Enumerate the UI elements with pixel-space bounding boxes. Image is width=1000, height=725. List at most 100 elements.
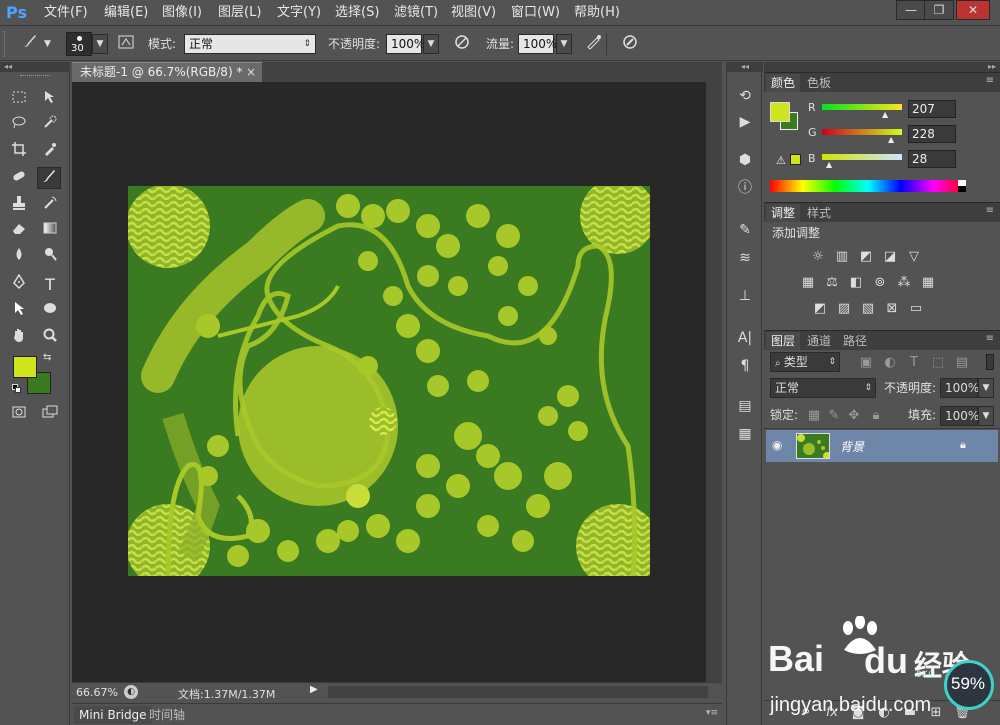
history-panel-icon[interactable]: ⟲	[733, 86, 757, 106]
speed-meter-widget[interactable]: 59%	[944, 660, 994, 710]
3d-panel-icon[interactable]: ⬢	[733, 150, 757, 170]
eraser-tool-icon[interactable]	[7, 220, 31, 242]
levels-adjust-icon[interactable]: ▥	[834, 250, 850, 264]
g-slider-handle-icon[interactable]: ▲	[888, 135, 894, 144]
vertical-scrollbar[interactable]	[706, 82, 722, 682]
hue-saturation-adjust-icon[interactable]: ▦	[800, 276, 816, 290]
selective-color-adjust-icon[interactable]: ⊠	[884, 302, 900, 316]
gradient-tool-icon[interactable]	[38, 220, 62, 242]
tab-layers[interactable]: 图层	[766, 332, 801, 350]
panels-collapse-icon[interactable]: ▸▸	[764, 62, 1000, 72]
clone-stamp-tool-icon[interactable]	[7, 195, 31, 217]
brush-panel-icon[interactable]: ✎	[733, 220, 757, 240]
layer-filter-select[interactable]: ⌕ 类型 ⇕	[770, 352, 840, 372]
filter-type-icon[interactable]: T	[906, 356, 922, 370]
fill-input[interactable]: 100%	[940, 406, 979, 426]
menu-layer[interactable]: 图层(L)	[218, 4, 261, 22]
quick-select-tool-icon[interactable]	[38, 114, 62, 136]
history-brush-tool-icon[interactable]	[38, 195, 62, 217]
dodge-tool-icon[interactable]	[38, 246, 62, 268]
minimize-button[interactable]: —	[896, 0, 926, 20]
brush-size-arrow-icon[interactable]: ▼	[92, 34, 108, 54]
blur-tool-icon[interactable]	[7, 246, 31, 268]
layer-row-background[interactable]: ◉ 背景 🔒︎	[766, 430, 998, 462]
flow-input[interactable]: 100%	[518, 34, 557, 54]
bottom-panel-menu-icon[interactable]: ▾≡	[706, 708, 718, 718]
document-tab[interactable]: 未标题-1 @ 66.7%(RGB/8) * ×	[72, 62, 262, 82]
painted-canvas[interactable]	[128, 186, 650, 576]
gamut-warning-icon[interactable]: ⚠	[776, 154, 786, 167]
lock-transparent-icon[interactable]: ▦	[806, 409, 822, 423]
color-fg-swatch-front[interactable]	[770, 102, 790, 122]
channel-mixer-adjust-icon[interactable]: ⁂	[896, 276, 912, 290]
screen-mode-icon[interactable]	[38, 404, 62, 426]
character-panel-icon[interactable]: A|	[733, 328, 757, 348]
r-slider-handle-icon[interactable]: ▲	[882, 110, 888, 119]
r-value-input[interactable]: 207	[908, 100, 956, 118]
notes-panel-icon[interactable]: ▦	[733, 424, 757, 444]
layer-name[interactable]: 背景	[840, 438, 864, 455]
adjust-panel-menu-icon[interactable]: ≡	[986, 205, 994, 216]
g-value-input[interactable]: 228	[908, 125, 956, 143]
filter-shape-icon[interactable]: ⬚	[930, 356, 946, 370]
layer-opacity-input[interactable]: 100%	[940, 378, 979, 398]
tab-color[interactable]: 颜色	[766, 74, 801, 92]
posterize-adjust-icon[interactable]: ▨	[836, 302, 852, 316]
pressure-opacity-icon[interactable]	[450, 33, 474, 55]
eyedropper-tool-icon[interactable]	[38, 141, 62, 163]
tools-collapse-icon[interactable]: ◂◂	[0, 62, 70, 72]
quick-mask-icon[interactable]	[7, 404, 31, 426]
r-slider[interactable]	[822, 104, 902, 110]
menu-file[interactable]: 文件(F)	[44, 4, 88, 22]
filter-toggle[interactable]	[986, 354, 994, 370]
default-colors-icon[interactable]	[12, 384, 22, 394]
b-value-input[interactable]: 28	[908, 150, 956, 168]
color-spectrum-bar[interactable]	[770, 180, 966, 192]
filter-adjust-icon[interactable]: ◐	[882, 356, 898, 370]
brush-preset-arrow-icon[interactable]: ▼	[44, 39, 51, 49]
brightness-adjust-icon[interactable]: ☼	[810, 250, 826, 264]
document-tab-close-icon[interactable]: ×	[246, 63, 256, 82]
zoom-level[interactable]: 66.67%	[76, 686, 118, 699]
curves-adjust-icon[interactable]: ◩	[858, 250, 874, 264]
tab-timeline[interactable]: 时间轴	[144, 706, 190, 724]
lock-pixels-icon[interactable]: ✎	[826, 409, 842, 423]
filter-smart-icon[interactable]: ▤	[954, 356, 970, 370]
color-panel-menu-icon[interactable]: ≡	[986, 75, 994, 86]
blend-mode-select[interactable]: 正常 ⇕	[770, 378, 876, 398]
brush-preset-icon[interactable]	[18, 32, 42, 54]
pen-tool-icon[interactable]	[7, 273, 31, 296]
tab-channels[interactable]: 通道	[802, 332, 836, 350]
opacity-arrow-icon[interactable]: ▼	[423, 34, 439, 54]
brush-size-picker[interactable]: 30	[66, 32, 92, 56]
info-panel-icon[interactable]: ⓘ	[733, 178, 757, 198]
menu-help[interactable]: 帮助(H)	[574, 4, 620, 22]
b-slider[interactable]	[822, 154, 902, 160]
type-tool-icon[interactable]: T	[38, 274, 62, 296]
filter-pixel-icon[interactable]: ▣	[858, 356, 874, 370]
menu-image[interactable]: 图像(I)	[162, 4, 202, 22]
clone-source-icon[interactable]: ⊥	[733, 286, 757, 306]
tab-adjustments[interactable]: 调整	[766, 204, 801, 222]
tab-styles[interactable]: 样式	[802, 204, 836, 222]
ellipse-tool-icon[interactable]	[38, 300, 62, 322]
layer-comps-icon[interactable]: ▤	[733, 396, 757, 416]
lasso-tool-icon[interactable]	[7, 114, 31, 136]
flow-arrow-icon[interactable]: ▼	[556, 34, 572, 54]
exposure-adjust-icon[interactable]: ◪	[882, 250, 898, 264]
healing-brush-tool-icon[interactable]	[7, 168, 31, 190]
actions-panel-icon[interactable]: ▶	[733, 112, 757, 132]
color-lookup-adjust-icon[interactable]: ▦	[920, 276, 936, 290]
mode-select[interactable]: 正常 ⇕	[184, 34, 316, 54]
paragraph-panel-icon[interactable]: ¶	[733, 356, 757, 376]
fill-arrow-icon[interactable]: ▼	[978, 406, 994, 426]
path-select-tool-icon[interactable]	[7, 300, 31, 322]
brush-presets-icon[interactable]: ≋	[733, 248, 757, 268]
vibrance-adjust-icon[interactable]: ▽	[906, 250, 922, 264]
b-slider-handle-icon[interactable]: ▲	[826, 160, 832, 169]
tab-swatches[interactable]: 色板	[802, 74, 836, 92]
lock-position-icon[interactable]: ✥	[846, 409, 862, 423]
black-white-adjust-icon[interactable]: ◧	[848, 276, 864, 290]
pressure-size-icon[interactable]	[618, 33, 642, 55]
menu-select[interactable]: 选择(S)	[335, 4, 379, 22]
